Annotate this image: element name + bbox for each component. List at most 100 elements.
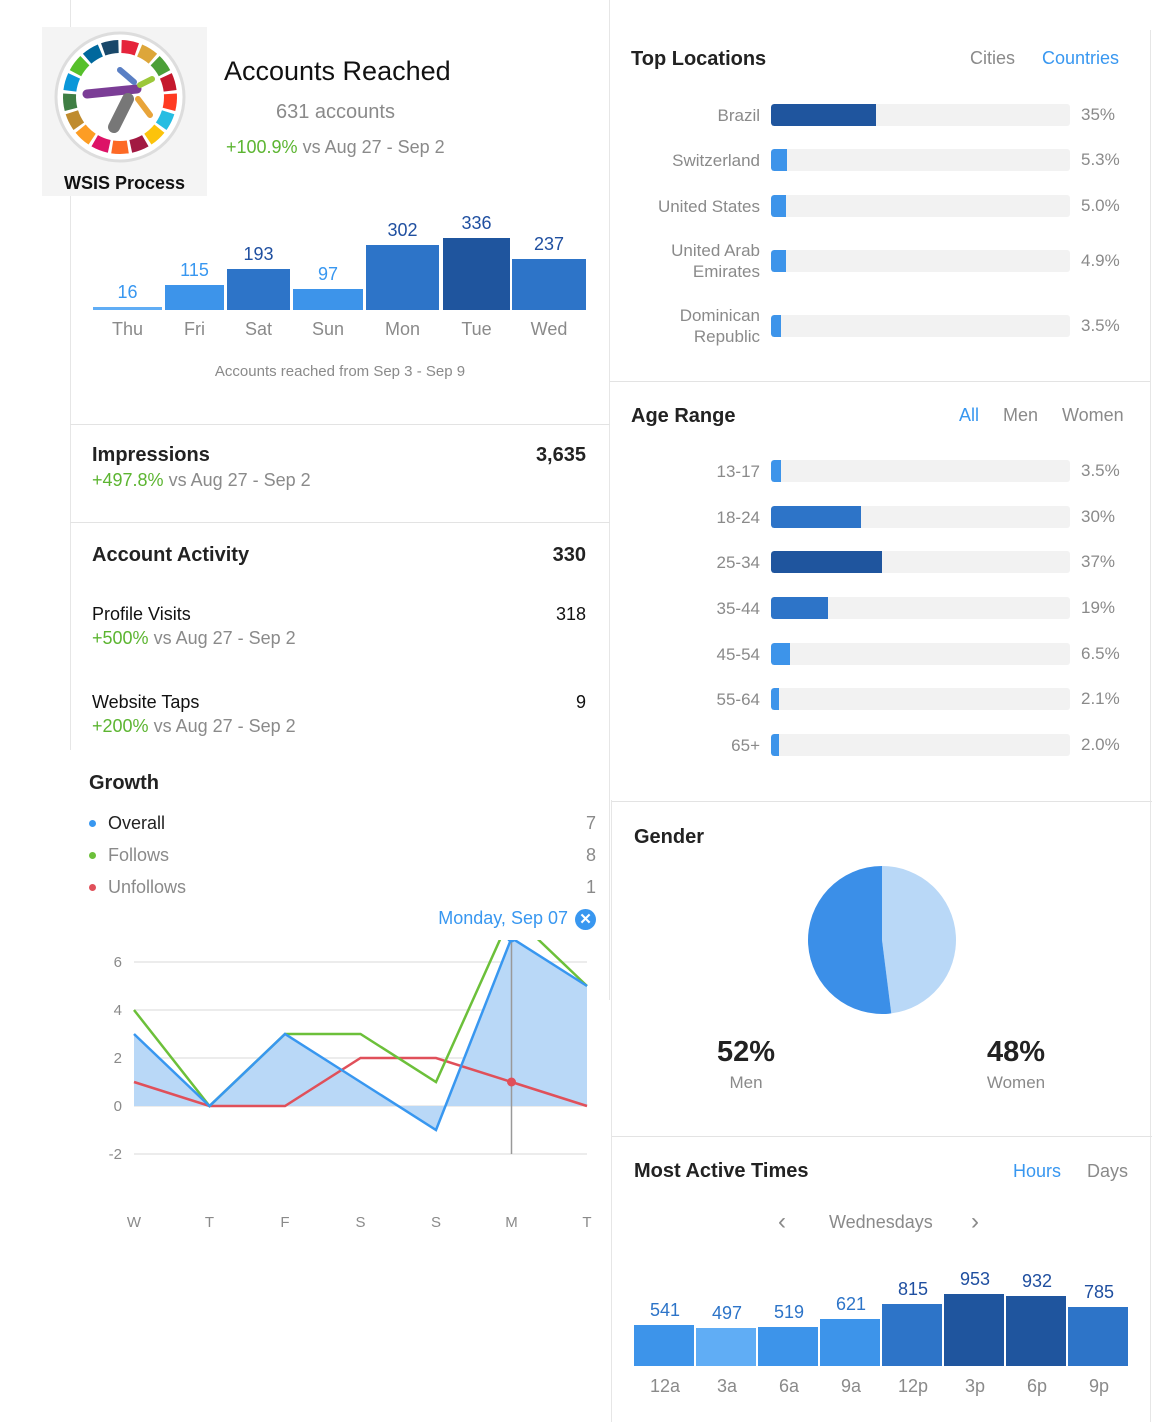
accounts-change: +100.9% vs Aug 27 - Sep 2 [226, 137, 445, 158]
bar-track [771, 149, 1070, 171]
row-label: 18-24 [716, 508, 760, 527]
bar [696, 1328, 756, 1366]
row-label: 55-64 [716, 690, 760, 709]
row-pct: 3.5% [1081, 461, 1120, 480]
wsis-logo-icon [54, 31, 186, 163]
website-taps-value: 9 [575, 692, 586, 712]
divider [70, 522, 610, 523]
tab-all[interactable]: All [959, 405, 979, 426]
gender-title: Gender [634, 826, 705, 848]
bar-value-label: 621 [835, 1294, 867, 1315]
bar [634, 1325, 694, 1366]
x-tick-label: S [431, 1214, 441, 1231]
divider [70, 424, 610, 425]
bar-value-label: 953 [959, 1269, 991, 1290]
website-taps-change: +200% vs Aug 27 - Sep 2 [92, 716, 296, 737]
divider [611, 800, 612, 1422]
x-tick-label: W [127, 1214, 142, 1231]
change-pct: +500% [92, 628, 149, 648]
x-tick-label: 3p [964, 1376, 986, 1396]
bar-value-label: 302 [387, 220, 418, 241]
tab-women[interactable]: Women [1062, 405, 1124, 426]
bar-value-label: 785 [1083, 1281, 1115, 1302]
row-pct: 35% [1081, 105, 1116, 124]
selected-date[interactable]: Monday, Sep 07 [438, 908, 568, 929]
row-label: Switzerland [672, 151, 760, 170]
row-pct: 2.0% [1081, 735, 1120, 754]
x-tick-label: S [355, 1214, 365, 1231]
bar-fill [771, 597, 828, 619]
x-tick-label: 3a [716, 1376, 738, 1396]
x-tick-label: 12a [649, 1376, 681, 1396]
y-tick-label: 0 [114, 1098, 122, 1115]
divider [612, 801, 1152, 802]
bar [758, 1326, 818, 1366]
activity-value: 330 [552, 544, 586, 566]
bar-value-label: 541 [649, 1300, 681, 1321]
bar-track [771, 250, 1070, 272]
x-tick-label: Wed [530, 319, 568, 339]
bar-track [771, 688, 1070, 710]
x-tick-label: 6p [1026, 1376, 1048, 1396]
prev-chevron-left-icon[interactable]: ‹ [778, 1208, 786, 1236]
next-chevron-right-icon[interactable]: › [971, 1208, 979, 1236]
row-pct: 5.3% [1081, 150, 1120, 169]
chart-caption: Accounts reached from Sep 3 - Sep 9 [214, 363, 466, 380]
bar-fill [771, 688, 779, 710]
row-pct: 37% [1081, 552, 1116, 571]
row-pct: 19% [1081, 598, 1116, 617]
bar-fill [771, 734, 779, 756]
bar-fill [771, 506, 861, 528]
tab-men[interactable]: Men [1003, 405, 1038, 426]
legend-label: Overall [108, 813, 166, 833]
divider [609, 0, 610, 1000]
clear-selection-close-icon[interactable]: ✕ [575, 909, 596, 930]
x-tick-label: T [205, 1214, 214, 1231]
men-label: Men [729, 1073, 763, 1092]
bar-track [771, 643, 1070, 665]
pie-slice-women [882, 866, 956, 1014]
legend-value: 8 [585, 845, 596, 865]
bar-track [771, 506, 1070, 528]
row-label: 13-17 [716, 462, 760, 481]
age-title: Age Range [631, 405, 736, 427]
bar [443, 238, 510, 310]
profile-visits-label: Profile Visits [92, 604, 191, 624]
divider [610, 381, 1150, 382]
tab-countries[interactable]: Countries [1042, 48, 1119, 69]
profile-visits-value: 318 [555, 604, 586, 624]
row-label: 35-44 [716, 599, 760, 618]
legend-dot-icon [89, 820, 96, 827]
women-label: Women [986, 1073, 1046, 1092]
tab-hours[interactable]: Hours [1013, 1161, 1061, 1182]
row-label: 25-34 [716, 553, 760, 572]
bar-value-label: 519 [773, 1301, 805, 1322]
divider [1150, 30, 1151, 1422]
bar-fill [771, 195, 786, 217]
compare-text: vs Aug 27 - Sep 2 [163, 470, 311, 490]
x-tick-label: 9a [840, 1376, 862, 1396]
active-times-title: Most Active Times [634, 1160, 809, 1182]
gender-pie-chart [808, 866, 956, 1014]
legend-value: 1 [585, 877, 596, 897]
tab-days[interactable]: Days [1087, 1161, 1128, 1182]
growth-line-chart[interactable]: 86420-2WTFSSMT [90, 940, 610, 1240]
compare-text: vs Aug 27 - Sep 2 [148, 628, 296, 648]
tab-cities[interactable]: Cities [970, 48, 1015, 69]
bar-value-label: 336 [461, 213, 492, 233]
bar-value-label: 497 [711, 1303, 743, 1324]
bar [512, 259, 586, 310]
bar-fill [771, 551, 882, 573]
y-tick-label: 2 [114, 1050, 122, 1067]
row-pct: 30% [1081, 507, 1116, 526]
selected-point [507, 1077, 516, 1087]
bar-value-label: 815 [897, 1279, 929, 1300]
bar-track [771, 315, 1070, 337]
x-tick-label: Mon [384, 319, 420, 339]
bar [944, 1294, 1004, 1366]
impressions-value: 3,635 [535, 444, 586, 466]
website-taps-label: Website Taps [92, 692, 200, 712]
change-pct: +200% [92, 716, 149, 736]
row-label: United Arab Emirates [671, 241, 760, 281]
bar [227, 268, 290, 310]
